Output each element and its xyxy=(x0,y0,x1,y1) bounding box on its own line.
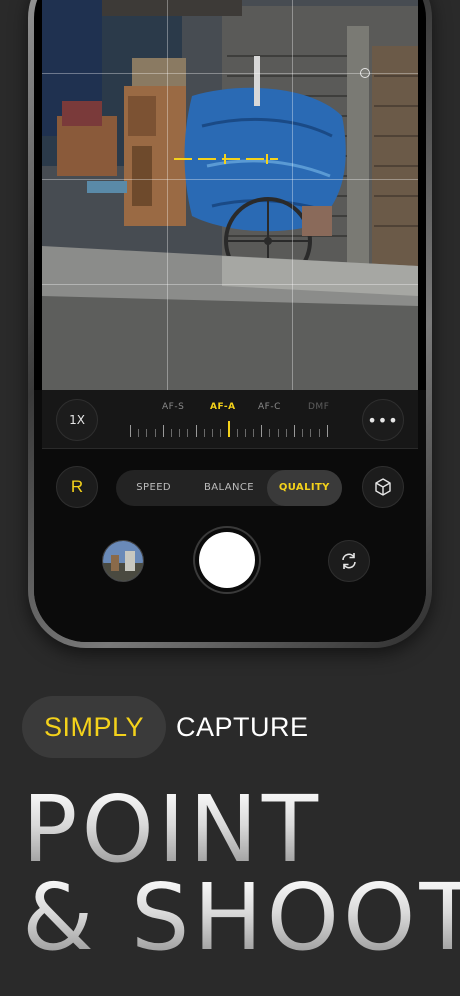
focus-point xyxy=(360,68,370,78)
thumbnail-image xyxy=(103,541,143,581)
focus-ruler-tick xyxy=(269,429,271,437)
shutter-button[interactable] xyxy=(199,532,255,588)
focus-ruler-tick xyxy=(171,429,172,437)
tagline-highlight: SIMPLY xyxy=(44,711,145,742)
focus-ruler-tick xyxy=(236,429,238,437)
focus-ruler-tick xyxy=(187,429,189,437)
af-mode-dmf[interactable]: DMF xyxy=(308,402,329,412)
af-mode-selector[interactable]: AF-S AF-A AF-C DMF xyxy=(162,402,342,416)
grid-line xyxy=(167,0,168,390)
flip-camera-icon xyxy=(342,553,356,569)
mode-row: R SPEED BALANCE QUALITY xyxy=(34,464,426,508)
headline-line-1: POINT xyxy=(22,776,323,883)
focus-ruler-tick xyxy=(146,429,148,437)
headline-line-2: & SHOOT xyxy=(22,872,460,964)
focus-ruler-tick xyxy=(310,429,312,437)
tagline-rest: CAPTURE xyxy=(176,711,309,742)
tagline-highlight-pill: SIMPLY xyxy=(22,696,167,758)
street-scene-image xyxy=(42,0,418,390)
focus-ruler-tick xyxy=(326,425,328,437)
tagline: SIMPLY CAPTURE xyxy=(22,696,309,758)
level-indicator xyxy=(174,154,278,178)
mode-quality[interactable]: QUALITY xyxy=(266,470,342,506)
shutter-row xyxy=(34,530,426,600)
af-mode-af-s[interactable]: AF-S xyxy=(162,402,184,412)
focus-ruler-tick xyxy=(277,429,279,437)
grid-line xyxy=(42,284,418,285)
focus-ruler-tick xyxy=(220,429,222,437)
focus-ruler-tick xyxy=(162,425,164,437)
focus-ruler-tick xyxy=(285,429,287,437)
focus-dial-row: 1X AF-S AF-A AF-C DMF ••• xyxy=(42,390,418,449)
focus-ruler-tick xyxy=(294,425,295,437)
flip-camera-button[interactable] xyxy=(328,540,370,582)
zoom-button[interactable]: 1X xyxy=(56,399,98,441)
focus-ruler-marker xyxy=(228,421,231,437)
focus-ruler-tick xyxy=(203,429,205,437)
focus-ruler[interactable] xyxy=(130,421,330,437)
focus-ruler-tick xyxy=(138,429,140,437)
phone-frame: 1X AF-S AF-A AF-C DMF ••• R SPEED BALANC… xyxy=(28,0,432,648)
cube-icon xyxy=(375,478,391,496)
cube-button[interactable] xyxy=(362,466,404,508)
focus-ruler-tick xyxy=(261,425,263,437)
focus-ruler-tick xyxy=(253,429,254,437)
raw-toggle-button[interactable]: R xyxy=(56,466,98,508)
focus-ruler-tick xyxy=(195,425,197,437)
focus-ruler-tick xyxy=(179,429,181,437)
focus-ruler-tick xyxy=(130,425,131,437)
more-button[interactable]: ••• xyxy=(362,399,404,441)
grid-line xyxy=(292,0,293,390)
af-mode-af-a[interactable]: AF-A xyxy=(210,402,236,412)
af-mode-af-c[interactable]: AF-C xyxy=(258,402,281,412)
focus-ruler-tick xyxy=(318,429,320,437)
camera-viewfinder[interactable] xyxy=(42,0,418,390)
quality-mode-selector[interactable]: SPEED BALANCE QUALITY xyxy=(116,470,342,506)
last-photo-thumbnail[interactable] xyxy=(102,540,144,582)
focus-ruler-tick xyxy=(154,429,156,437)
grid-line xyxy=(42,179,418,180)
camera-controls: 1X AF-S AF-A AF-C DMF ••• R SPEED BALANC… xyxy=(34,390,426,642)
phone-screen: 1X AF-S AF-A AF-C DMF ••• R SPEED BALANC… xyxy=(34,0,426,642)
focus-ruler-tick xyxy=(212,429,213,437)
mode-speed[interactable]: SPEED xyxy=(116,470,191,506)
mode-balance[interactable]: BALANCE xyxy=(191,470,266,506)
focus-ruler-tick xyxy=(302,429,304,437)
focus-ruler-tick xyxy=(244,429,246,437)
